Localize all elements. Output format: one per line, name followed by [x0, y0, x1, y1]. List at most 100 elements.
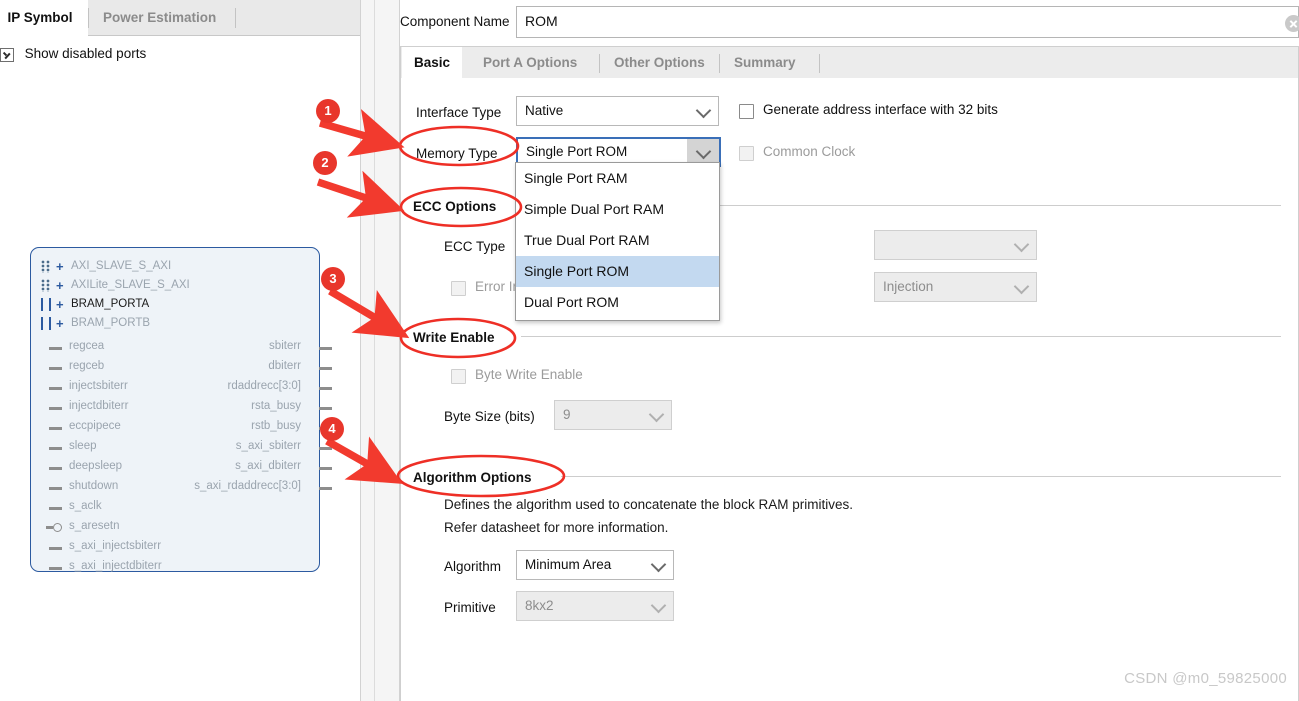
bus-label: BRAM_PORTA [71, 298, 150, 310]
tab-port-a-options[interactable]: Port A Options [471, 47, 589, 79]
port-label: deepsleep [69, 460, 123, 472]
port-label: shutdown [69, 480, 119, 492]
port-label: eccpipece [69, 420, 121, 432]
expand-plus-icon[interactable]: + [56, 295, 64, 314]
port-label: rsta_busy [251, 400, 301, 412]
write-enable-heading: Write Enable [413, 330, 495, 345]
port-label: rstb_busy [251, 420, 301, 432]
port-label: s_aresetn [69, 520, 120, 532]
dropdown-option-selected[interactable]: Single Port ROM [516, 256, 719, 287]
port-label: injectdbiterr [69, 400, 129, 412]
tab-other-options-label: Other Options [614, 55, 705, 70]
port-label: s_axi_sbiterr [235, 440, 301, 452]
ecc-type-label: ECC Type [444, 239, 506, 254]
tab-basic[interactable]: Basic [402, 47, 463, 79]
tab-power-estimation[interactable]: Power Estimation [92, 0, 227, 36]
chevron-down-icon [643, 592, 673, 620]
tab-other-options[interactable]: Other Options [602, 47, 717, 79]
component-name-input[interactable]: ROM [516, 6, 1299, 38]
algorithm-options-heading: Algorithm Options [413, 470, 532, 485]
byte-size-select: 9 [554, 400, 672, 430]
interface-type-select[interactable]: Native [516, 96, 719, 126]
watermark: CSDN @m0_59825000 [1124, 670, 1287, 687]
tab-ip-symbol-label: IP Symbol [7, 10, 73, 25]
bus-label: AXILite_SLAVE_S_AXI [71, 279, 190, 291]
port-label: s_axi_dbiterr [235, 460, 301, 472]
tab-ip-symbol[interactable]: IP Symbol [0, 0, 88, 36]
bus-marker-icon [41, 279, 51, 292]
interface-type-value: Native [525, 103, 564, 118]
left-tab-bar: IP Symbol Power Estimation [0, 0, 360, 36]
byte-write-enable-checkbox [451, 369, 466, 384]
algorithm-label: Algorithm [444, 559, 502, 574]
memory-type-value: Single Port ROM [526, 144, 628, 159]
ecc-options-heading: ECC Options [413, 199, 497, 214]
algorithm-help-line-2: Refer datasheet for more information. [444, 520, 669, 535]
generate-address-interface-checkbox[interactable] [739, 104, 754, 119]
bus-row: + BRAM_PORTA [31, 295, 319, 314]
bus-marker-icon [41, 317, 51, 330]
expand-plus-icon[interactable]: + [56, 276, 64, 295]
chevron-down-icon [1006, 273, 1036, 301]
bus-row: + BRAM_PORTB [31, 314, 319, 333]
dropdown-option[interactable]: Simple Dual Port RAM [516, 194, 719, 225]
expand-plus-icon[interactable]: + [56, 257, 64, 276]
clear-icon[interactable] [1285, 15, 1299, 32]
generate-address-interface-label: Generate address interface with 32 bits [763, 102, 998, 117]
bus-label: BRAM_PORTB [71, 317, 151, 329]
write-enable-rule [521, 336, 1281, 337]
customize-ip-panel: Component Name ROM Basic Port A Options … [400, 0, 1299, 701]
chevron-down-icon [641, 401, 671, 429]
tab-basic-label: Basic [414, 55, 451, 70]
annotation-marker-3: 3 [321, 267, 345, 291]
dropdown-option[interactable]: True Dual Port RAM [516, 225, 719, 256]
expand-plus-icon[interactable]: + [56, 314, 64, 333]
bus-label: AXI_SLAVE_S_AXI [71, 260, 172, 272]
splitter-line [374, 0, 375, 701]
annotation-marker-4: 4 [320, 417, 344, 441]
port-label: sbiterr [269, 340, 301, 352]
primitive-value: 8kx2 [525, 598, 554, 613]
dropdown-option[interactable]: Single Port RAM [516, 163, 719, 194]
show-disabled-ports-row[interactable]: Show disabled ports [0, 46, 300, 72]
annotation-marker-1: 1 [316, 99, 340, 123]
algorithm-help-line-1: Defines the algorithm used to concatenat… [444, 497, 853, 512]
bus-marker-icon [41, 298, 51, 311]
port-label: dbiterr [268, 360, 301, 372]
algorithm-value: Minimum Area [525, 557, 612, 572]
panel-splitter[interactable] [360, 0, 400, 701]
chevron-down-icon [1006, 231, 1036, 259]
chevron-down-icon[interactable] [643, 551, 673, 579]
dropdown-option[interactable]: Dual Port ROM [516, 287, 719, 318]
show-disabled-ports-checkbox[interactable] [0, 48, 14, 62]
port-label: regceb [69, 360, 105, 372]
memory-type-dropdown-list[interactable]: Single Port RAM Simple Dual Port RAM Tru… [515, 162, 720, 321]
ecc-type-select [874, 230, 1037, 260]
right-tab-bar: Basic Port A Options Other Options Summa… [400, 46, 1299, 79]
component-name-row: Component Name ROM [400, 6, 1299, 40]
primitive-label: Primitive [444, 600, 496, 615]
error-injection-checkbox [451, 281, 466, 296]
chevron-down-icon[interactable] [688, 97, 718, 125]
common-clock-label: Common Clock [763, 144, 856, 159]
ip-symbol-panel: IP Symbol Power Estimation Show disabled… [0, 0, 360, 701]
basic-tab-container: Basic Port A Options Other Options Summa… [400, 46, 1299, 701]
byte-write-enable-label: Byte Write Enable [475, 367, 583, 382]
component-name-value: ROM [525, 13, 558, 29]
byte-size-value: 9 [563, 407, 571, 422]
bus-marker-icon [41, 260, 51, 273]
ip-symbol-block: + AXI_SLAVE_S_AXI + AXILite_SLAVE_S_AXI … [30, 247, 332, 572]
port-label: s_axi_injectsbiterr [69, 540, 162, 552]
algorithm-select[interactable]: Minimum Area [516, 550, 674, 580]
primitive-select: 8kx2 [516, 591, 674, 621]
memory-type-label: Memory Type [416, 146, 498, 161]
tab-summary[interactable]: Summary [722, 47, 808, 79]
common-clock-checkbox [739, 146, 754, 161]
port-label: regcea [69, 340, 105, 352]
tab-summary-label: Summary [734, 55, 796, 70]
port-label: sleep [69, 440, 97, 452]
byte-size-label: Byte Size (bits) [444, 409, 535, 424]
algorithm-options-rule [561, 476, 1281, 477]
port-label: s_axi_rdaddrecc[3:0] [194, 480, 301, 492]
port-label: s_aclk [69, 500, 102, 512]
